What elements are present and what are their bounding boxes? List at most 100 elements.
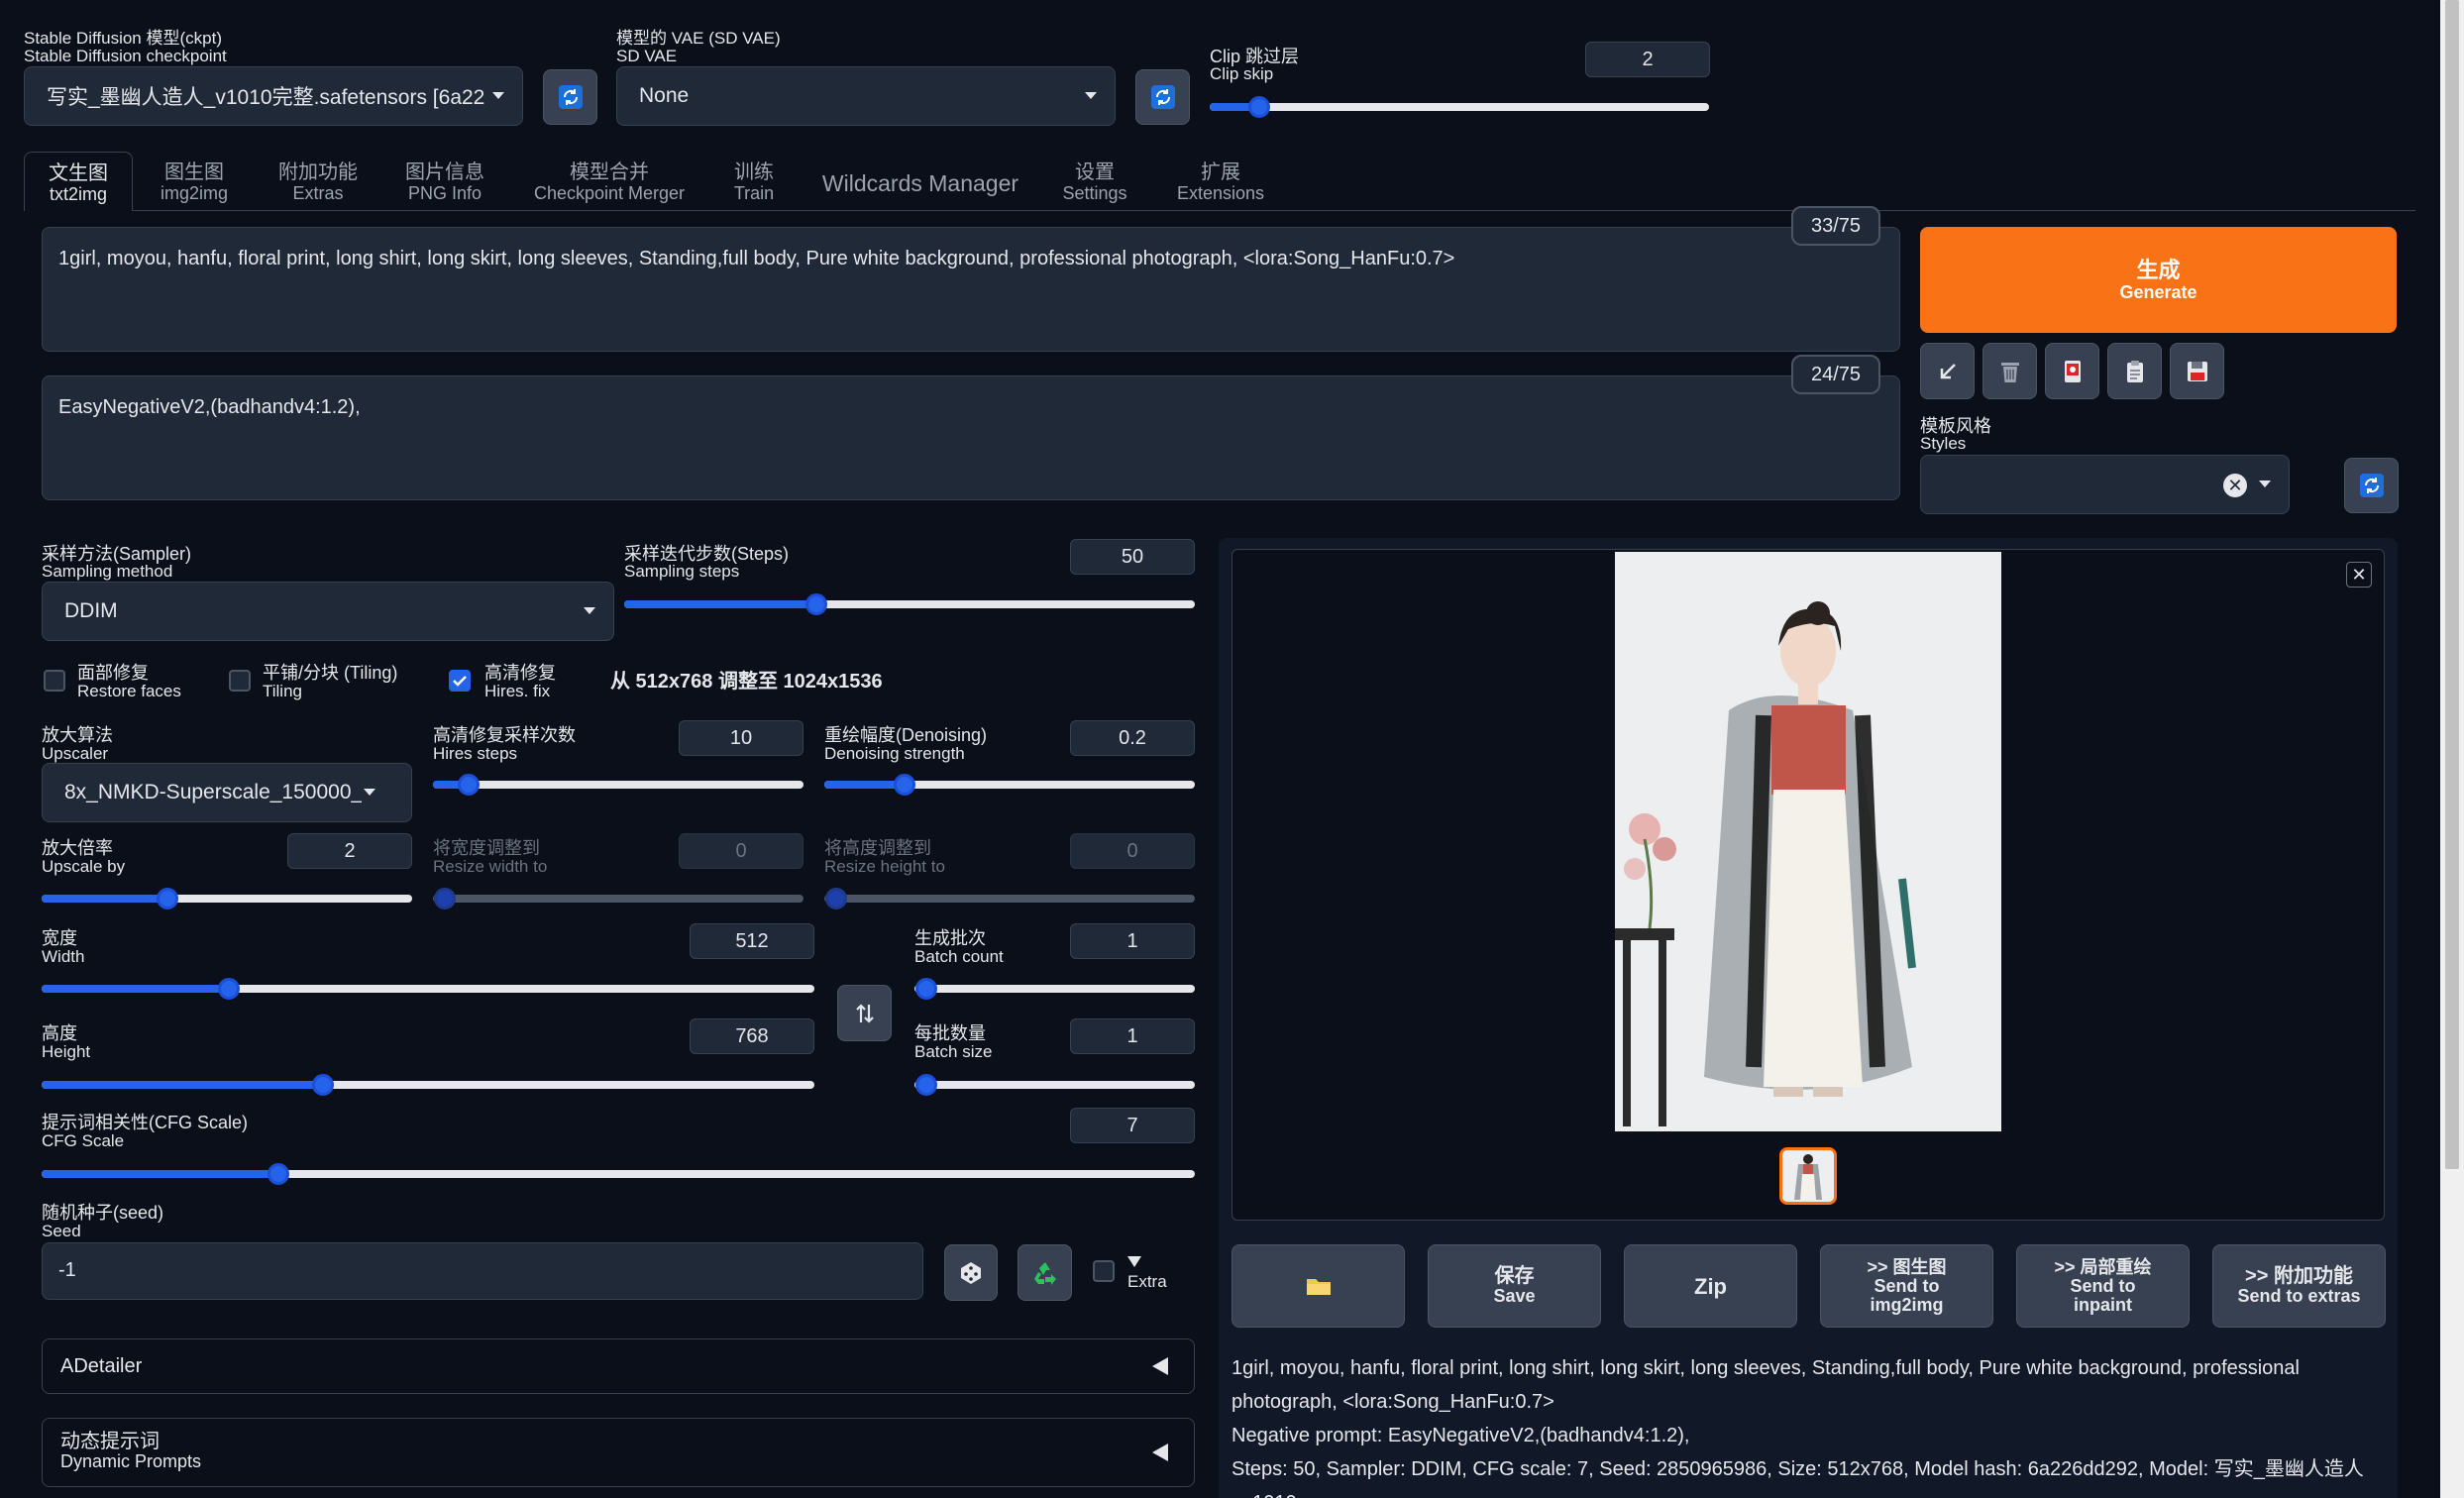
refresh-vae-button[interactable] bbox=[1135, 69, 1190, 125]
cfg-label-en: CFG Scale bbox=[42, 1131, 125, 1150]
height-slider[interactable] bbox=[42, 1070, 814, 1100]
zip-label: Zip bbox=[1694, 1273, 1727, 1299]
slider-thumb[interactable] bbox=[1248, 96, 1270, 118]
save-button[interactable]: 保存 Save bbox=[1428, 1244, 1601, 1328]
open-folder-button[interactable] bbox=[1232, 1244, 1405, 1328]
generate-label-cn: 生成 bbox=[2136, 257, 2181, 282]
batch-size-slider[interactable] bbox=[914, 1070, 1195, 1100]
slider-track bbox=[914, 985, 1195, 993]
show-extra-networks-button[interactable] bbox=[2045, 343, 2099, 399]
clip-skip-slider[interactable] bbox=[1210, 92, 1709, 122]
seed-label-en: Seed bbox=[42, 1222, 81, 1240]
slider-thumb[interactable] bbox=[915, 978, 937, 1000]
cfg-scale-slider[interactable] bbox=[42, 1159, 1195, 1189]
hires-fix-checkbox[interactable] bbox=[449, 670, 471, 692]
vae-label-en: SD VAE bbox=[616, 47, 678, 65]
styles-dropdown[interactable]: ✕ bbox=[1920, 455, 2290, 514]
sampler-value: DDIM bbox=[64, 599, 118, 622]
seed-input[interactable]: -1 bbox=[42, 1242, 923, 1300]
width-input[interactable]: 512 bbox=[690, 923, 814, 959]
hires-steps-slider[interactable] bbox=[433, 770, 803, 800]
random-seed-button[interactable] bbox=[944, 1244, 998, 1301]
hires-steps-input[interactable]: 10 bbox=[679, 720, 803, 756]
refresh-checkpoint-button[interactable] bbox=[543, 69, 597, 125]
reuse-seed-button[interactable] bbox=[1018, 1244, 1072, 1301]
upscaler-dropdown[interactable]: 8x_NMKD-Superscale_150000_G bbox=[42, 763, 412, 822]
slider-thumb[interactable] bbox=[915, 1074, 937, 1096]
batch-size-input[interactable]: 1 bbox=[1070, 1018, 1195, 1054]
hires-fix-label-cn: 高清修复 bbox=[484, 663, 556, 683]
resize-height-input[interactable]: 0 bbox=[1070, 833, 1195, 869]
scrollbar-thumb[interactable] bbox=[2445, 0, 2459, 1169]
tab-checkpoint-merger[interactable]: 模型合并 Checkpoint Merger bbox=[525, 161, 694, 203]
send-to-extras-button[interactable]: >> 附加功能 Send to extras bbox=[2212, 1244, 2386, 1328]
resize-height-slider[interactable] bbox=[824, 884, 1195, 913]
slider-thumb[interactable] bbox=[268, 1163, 289, 1185]
batch-count-input[interactable]: 1 bbox=[1070, 923, 1195, 959]
clear-prompt-button[interactable] bbox=[1982, 343, 2037, 399]
close-icon[interactable]: ✕ bbox=[2346, 562, 2372, 588]
sampler-dropdown[interactable]: DDIM bbox=[42, 582, 614, 641]
generated-image[interactable] bbox=[1615, 552, 2001, 1131]
page-scrollbar[interactable] bbox=[2440, 0, 2464, 1498]
tab-train[interactable]: 训练 Train bbox=[721, 161, 787, 203]
clear-icon[interactable]: ✕ bbox=[2223, 474, 2247, 497]
tab-wildcards-manager[interactable]: Wildcards Manager bbox=[818, 170, 1022, 196]
positive-prompt-textarea[interactable]: 1girl, moyou, hanfu, floral print, long … bbox=[42, 227, 1900, 352]
send-to-img2img-button[interactable]: >> 图生图 Send to img2img bbox=[1820, 1244, 1993, 1328]
cfg-scale-input[interactable]: 7 bbox=[1070, 1108, 1195, 1143]
tab-img2img[interactable]: 图生图 img2img bbox=[149, 161, 240, 203]
positive-prompt-text: 1girl, moyou, hanfu, floral print, long … bbox=[58, 248, 1455, 269]
zip-button[interactable]: Zip bbox=[1624, 1244, 1797, 1328]
slider-thumb[interactable] bbox=[434, 888, 456, 910]
batch-size-label-en: Batch size bbox=[914, 1042, 993, 1061]
vae-dropdown[interactable]: None bbox=[616, 66, 1116, 126]
resize-width-slider[interactable] bbox=[433, 884, 803, 913]
height-input[interactable]: 768 bbox=[690, 1018, 814, 1054]
upscale-by-input[interactable]: 2 bbox=[287, 833, 412, 869]
adetailer-accordion[interactable]: ADetailer bbox=[42, 1338, 1195, 1394]
slider-thumb[interactable] bbox=[218, 978, 240, 1000]
steps-slider[interactable] bbox=[624, 589, 1195, 619]
send-img2img-label-cn: >> 图生图 bbox=[1867, 1256, 1947, 1277]
generation-info-prompt: 1girl, moyou, hanfu, floral print, long … bbox=[1232, 1357, 2300, 1413]
checkpoint-dropdown[interactable]: 写实_墨幽人造人_v1010完整.safetensors [6a22 bbox=[24, 66, 523, 126]
tab-settings[interactable]: 设置 Settings bbox=[1052, 161, 1137, 203]
gallery-thumbnail[interactable] bbox=[1779, 1147, 1837, 1205]
extra-seed-checkbox[interactable] bbox=[1093, 1260, 1115, 1282]
send-to-inpaint-button[interactable]: >> 局部重绘 Send to inpaint bbox=[2016, 1244, 2190, 1328]
slider-thumb[interactable] bbox=[157, 888, 178, 910]
generate-button[interactable]: 生成 Generate bbox=[1920, 227, 2397, 333]
steps-input[interactable]: 50 bbox=[1070, 539, 1195, 575]
denoising-input[interactable]: 0.2 bbox=[1070, 720, 1195, 756]
slider-thumb[interactable] bbox=[458, 774, 480, 796]
thumbnail-image bbox=[1782, 1150, 1834, 1202]
tiling-checkbox[interactable] bbox=[229, 670, 251, 692]
slider-thumb[interactable] bbox=[825, 888, 847, 910]
denoising-slider[interactable] bbox=[824, 770, 1195, 800]
negative-prompt-textarea[interactable]: EasyNegativeV2,(badhandv4:1.2), bbox=[42, 375, 1900, 500]
refresh-styles-button[interactable] bbox=[2344, 458, 2399, 513]
tab-png-info[interactable]: 图片信息 PNG Info bbox=[394, 161, 495, 203]
save-style-button[interactable] bbox=[2170, 343, 2224, 399]
slider-fill bbox=[42, 985, 229, 993]
tab-extras[interactable]: 附加功能 Extras bbox=[268, 161, 369, 203]
dynamic-prompts-accordion[interactable]: 动态提示词 Dynamic Prompts bbox=[42, 1418, 1195, 1487]
read-params-button[interactable] bbox=[1920, 343, 1975, 399]
slider-thumb[interactable] bbox=[894, 774, 915, 796]
slider-thumb[interactable] bbox=[312, 1074, 334, 1096]
tab-txt2img[interactable]: 文生图 txt2img bbox=[24, 152, 133, 211]
height-label-cn: 高度 bbox=[42, 1023, 77, 1043]
resize-width-input[interactable]: 0 bbox=[679, 833, 803, 869]
chevron-down-icon bbox=[584, 607, 595, 614]
restore-faces-checkbox[interactable] bbox=[44, 670, 65, 692]
apply-style-button[interactable] bbox=[2107, 343, 2162, 399]
slider-thumb[interactable] bbox=[805, 593, 827, 615]
tab-label-cn: 模型合并 bbox=[570, 161, 649, 183]
clip-skip-input[interactable]: 2 bbox=[1585, 42, 1710, 77]
swap-dimensions-button[interactable] bbox=[837, 985, 892, 1041]
tab-extensions[interactable]: 扩展 Extensions bbox=[1169, 161, 1272, 203]
upscale-by-slider[interactable] bbox=[42, 884, 412, 913]
batch-count-slider[interactable] bbox=[914, 974, 1195, 1004]
width-slider[interactable] bbox=[42, 974, 814, 1004]
